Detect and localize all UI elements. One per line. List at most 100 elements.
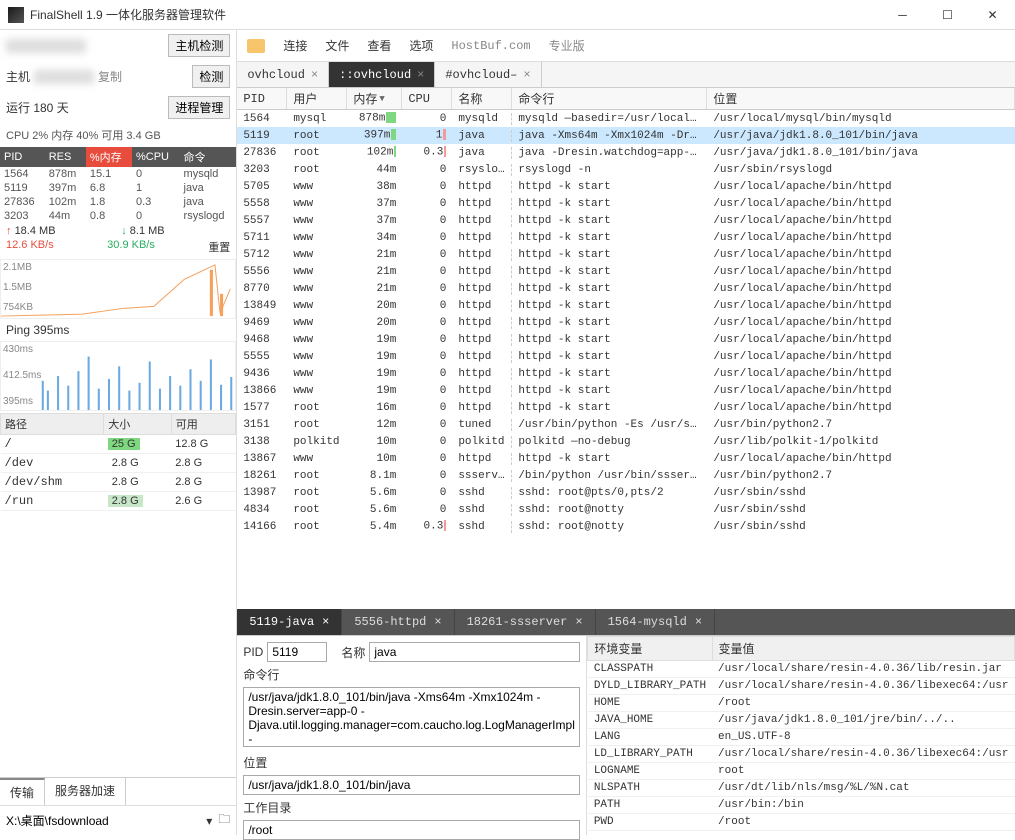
mini-proc-row[interactable]: 5119397m6.81java — [0, 181, 236, 195]
env-col-var[interactable]: 环境变量 — [588, 637, 712, 661]
col-mem[interactable]: %内存 — [86, 147, 132, 167]
disk-row[interactable]: /run2.8 G2.6 G — [1, 492, 236, 511]
col-cpu[interactable]: %CPU — [132, 147, 180, 167]
table-row[interactable]: 5119 root 397m 1 java java -Xms64m -Xmx1… — [237, 127, 1015, 144]
tab-accel[interactable]: 服务器加速 — [45, 778, 126, 805]
table-row[interactable]: 9469 www 20m 0 httpd httpd -k start /usr… — [237, 314, 1015, 331]
table-row[interactable]: 13866 www 19m 0 httpd httpd -k start /us… — [237, 382, 1015, 399]
col-size[interactable]: 大小 — [104, 414, 172, 435]
menu-connect[interactable]: 连接 — [283, 37, 307, 54]
hdr-cpu[interactable]: CPU — [402, 88, 452, 109]
disk-row[interactable]: /dev/shm2.8 G2.8 G — [1, 473, 236, 492]
detail-tab[interactable]: 18261-ssserver× — [455, 609, 596, 635]
detail-loc-input[interactable] — [243, 775, 580, 795]
hdr-mem[interactable]: 内存▼ — [347, 88, 402, 109]
col-cmd[interactable]: 命令 — [180, 147, 237, 167]
maximize-button[interactable]: ☐ — [925, 0, 970, 30]
table-row[interactable]: 13867 www 10m 0 httpd httpd -k start /us… — [237, 450, 1015, 467]
detail-tab[interactable]: 5556-httpd× — [342, 609, 454, 635]
table-row[interactable]: 5558 www 37m 0 httpd httpd -k start /usr… — [237, 195, 1015, 212]
table-row[interactable]: 9468 www 19m 0 httpd httpd -k start /usr… — [237, 331, 1015, 348]
ping-label: Ping 395ms — [0, 321, 236, 339]
table-row[interactable]: 3203 root 44m 0 rsyslogd rsyslogd -n /us… — [237, 161, 1015, 178]
folder-icon[interactable] — [247, 39, 265, 53]
table-row[interactable]: 1564 mysql 878m 0 mysqld mysqld —basedir… — [237, 110, 1015, 127]
env-row[interactable]: LANGen_US.UTF-8 — [588, 729, 1015, 746]
hdr-name[interactable]: 名称 — [452, 88, 512, 109]
menu-view[interactable]: 查看 — [367, 37, 391, 54]
env-row[interactable]: LOGNAMEroot — [588, 763, 1015, 780]
server-tab[interactable]: #ovhcloud–× — [435, 62, 541, 87]
env-row[interactable]: PWD/root — [588, 814, 1015, 831]
table-row[interactable]: 14166 root 5.4m 0.3 sshd sshd: root@nott… — [237, 518, 1015, 535]
server-tab[interactable]: ovhcloud× — [237, 62, 329, 87]
hdr-loc[interactable]: 位置 — [707, 88, 1015, 109]
detail-tab[interactable]: 5119-java× — [237, 609, 342, 635]
table-row[interactable]: 5556 www 21m 0 httpd httpd -k start /usr… — [237, 263, 1015, 280]
table-row[interactable]: 5711 www 34m 0 httpd httpd -k start /usr… — [237, 229, 1015, 246]
col-pid[interactable]: PID — [0, 147, 45, 167]
env-row[interactable]: NLSPATH/usr/dt/lib/nls/msg/%L/%N.cat — [588, 780, 1015, 797]
table-row[interactable]: 13987 root 5.6m 0 sshd sshd: root@pts/0,… — [237, 484, 1015, 501]
env-row[interactable]: PATH/usr/bin:/bin — [588, 797, 1015, 814]
close-icon[interactable]: × — [575, 615, 582, 629]
path-input[interactable] — [6, 814, 206, 828]
col-path[interactable]: 路径 — [1, 414, 104, 435]
process-mgmt-button[interactable]: 进程管理 — [168, 96, 230, 119]
env-col-val[interactable]: 变量值 — [712, 637, 1014, 661]
table-row[interactable]: 4834 root 5.6m 0 sshd sshd: root@notty /… — [237, 501, 1015, 518]
col-res[interactable]: RES — [45, 147, 86, 167]
env-row[interactable]: CLASSPATH/usr/local/share/resin-4.0.36/l… — [588, 661, 1015, 678]
table-row[interactable]: 13849 www 20m 0 httpd httpd -k start /us… — [237, 297, 1015, 314]
check-button[interactable]: 检测 — [192, 65, 230, 88]
mini-proc-row[interactable]: 320344m0.80rsyslogd — [0, 209, 236, 223]
folder-icon[interactable]: 🗀 — [218, 810, 230, 831]
mini-proc-row[interactable]: 27836102m1.80.3java — [0, 195, 236, 209]
disk-row[interactable]: /dev2.8 G2.8 G — [1, 454, 236, 473]
server-tab[interactable]: ::ovhcloud× — [329, 62, 435, 87]
close-icon[interactable]: × — [311, 68, 318, 82]
close-button[interactable]: ✕ — [970, 0, 1015, 30]
close-icon[interactable]: × — [417, 68, 424, 82]
copy-button[interactable]: 复制 — [98, 68, 122, 85]
menu-pro[interactable]: 专业版 — [549, 37, 585, 54]
table-row[interactable]: 5712 www 21m 0 httpd httpd -k start /usr… — [237, 246, 1015, 263]
hdr-cmd[interactable]: 命令行 — [512, 88, 707, 109]
detail-tab[interactable]: 1564-mysqld× — [596, 609, 715, 635]
table-row[interactable]: 3151 root 12m 0 tuned /usr/bin/python -E… — [237, 416, 1015, 433]
disk-row[interactable]: /25 G12.8 G — [1, 435, 236, 454]
chevron-down-icon[interactable]: ▾ — [206, 814, 212, 828]
table-row[interactable]: 5705 www 38m 0 httpd httpd -k start /usr… — [237, 178, 1015, 195]
table-row[interactable]: 18261 root 8.1m 0 ssserver /bin/python /… — [237, 467, 1015, 484]
env-row[interactable]: DYLD_LIBRARY_PATH/usr/local/share/resin-… — [588, 678, 1015, 695]
table-row[interactable]: 9436 www 19m 0 httpd httpd -k start /usr… — [237, 365, 1015, 382]
env-row[interactable]: JAVA_HOME/usr/java/jdk1.8.0_101/jre/bin/… — [588, 712, 1015, 729]
detail-name-input[interactable] — [369, 642, 580, 662]
close-icon[interactable]: × — [523, 68, 530, 82]
table-row[interactable]: 5555 www 19m 0 httpd httpd -k start /usr… — [237, 348, 1015, 365]
env-row[interactable]: HOME/root — [588, 695, 1015, 712]
env-row[interactable]: LD_LIBRARY_PATH/usr/local/share/resin-4.… — [588, 746, 1015, 763]
table-row[interactable]: 8770 www 21m 0 httpd httpd -k start /usr… — [237, 280, 1015, 297]
hdr-user[interactable]: 用户 — [287, 88, 347, 109]
menu-url[interactable]: HostBuf.com — [451, 39, 530, 53]
close-icon[interactable]: × — [322, 615, 329, 629]
table-row[interactable]: 1577 root 16m 0 httpd httpd -k start /us… — [237, 399, 1015, 416]
table-row[interactable]: 3138 polkitd 10m 0 polkitd polkitd —no-d… — [237, 433, 1015, 450]
close-icon[interactable]: × — [695, 615, 702, 629]
close-icon[interactable]: × — [434, 615, 441, 629]
host-detect-button[interactable]: 主机检测 — [168, 34, 230, 57]
detail-cmd-textarea[interactable] — [243, 687, 580, 747]
table-row[interactable]: 27836 root 102m 0.3 java java -Dresin.wa… — [237, 144, 1015, 161]
minimize-button[interactable]: ─ — [880, 0, 925, 30]
detail-pid-input[interactable] — [267, 642, 327, 662]
detail-wd-input[interactable] — [243, 820, 580, 840]
table-row[interactable]: 5557 www 37m 0 httpd httpd -k start /usr… — [237, 212, 1015, 229]
col-avail[interactable]: 可用 — [171, 414, 236, 435]
reset-button[interactable]: 重置 — [208, 239, 230, 255]
tab-transfer[interactable]: 传输 — [0, 778, 45, 805]
menu-file[interactable]: 文件 — [325, 37, 349, 54]
hdr-pid[interactable]: PID — [237, 88, 287, 109]
mini-proc-row[interactable]: 1564878m15.10mysqld — [0, 167, 236, 181]
menu-options[interactable]: 选项 — [409, 37, 433, 54]
